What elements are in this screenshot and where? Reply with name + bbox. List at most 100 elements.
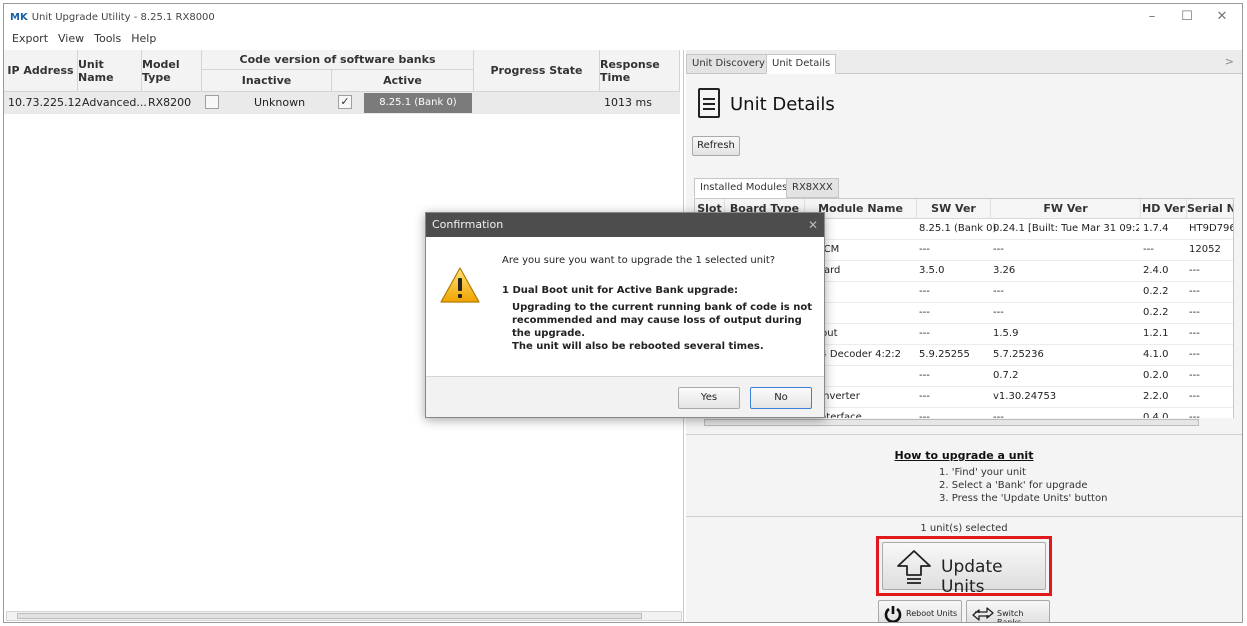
- cell-ip: 10.73.225.12: [8, 96, 82, 109]
- col-hd-ver[interactable]: HD Ver: [1141, 199, 1187, 219]
- app-logo: MK: [10, 11, 28, 23]
- cell-hd-ver: 2.4.0: [1143, 265, 1169, 276]
- tab-unit-details[interactable]: Unit Details: [766, 54, 837, 74]
- dialog-message-reboot: The unit will also be rebooted several t…: [512, 341, 764, 352]
- dialog-heading: 1 Dual Boot unit for Active Bank upgrade…: [502, 285, 739, 296]
- cell-serial: 12052: [1189, 244, 1221, 255]
- switch-arrows-icon: [972, 607, 994, 621]
- cell-fw-ver: v1.30.24753: [993, 391, 1057, 402]
- reboot-units-button[interactable]: Reboot Units: [878, 600, 962, 622]
- col-model-type[interactable]: Model Type: [142, 50, 202, 92]
- maximize-icon[interactable]: ☐: [1172, 7, 1202, 27]
- instruction-step: 3. Press the 'Update Units' button: [939, 493, 1108, 504]
- dialog-question: Are you sure you want to upgrade the 1 s…: [502, 255, 776, 266]
- module-tab-bar: Installed Modules RX8XXX: [694, 176, 1234, 198]
- cell-hd-ver: 0.2.0: [1143, 370, 1169, 381]
- cell-module-name: /4 Decoder 4:2:2: [817, 349, 901, 360]
- grid-horizontal-scrollbar[interactable]: [6, 611, 682, 621]
- dialog-title-bar: Confirmation ✕: [426, 213, 824, 237]
- cell-model-type: RX8200: [148, 96, 192, 109]
- switch-banks-button[interactable]: Switch Banks: [966, 600, 1050, 623]
- no-button[interactable]: No: [750, 387, 812, 409]
- cell-hd-ver: ---: [1143, 244, 1154, 255]
- cell-sw-ver: 5.9.25255: [919, 349, 970, 360]
- tab-scroll-right-icon[interactable]: >: [1225, 55, 1234, 68]
- cell-sw-ver: 3.5.0: [919, 265, 945, 276]
- col-sw-ver[interactable]: SW Ver: [917, 199, 991, 219]
- tab-unit-discovery[interactable]: Unit Discovery: [686, 54, 771, 74]
- menu-view[interactable]: View: [58, 32, 84, 45]
- col-active[interactable]: Active: [332, 70, 474, 92]
- menu-bar: Export View Tools Help: [4, 28, 156, 48]
- cell-sw-ver: ---: [919, 391, 930, 402]
- cell-sw-ver: ---: [919, 328, 930, 339]
- title-bar: MK Unit Upgrade Utility - 8.25.1 RX8000: [4, 4, 1242, 30]
- menu-export[interactable]: Export: [12, 32, 48, 45]
- cell-fw-ver: 1.5.9: [993, 328, 1019, 339]
- scroll-thumb[interactable]: [17, 613, 642, 619]
- cell-serial: ---: [1189, 307, 1200, 318]
- col-serial-num[interactable]: Serial Num: [1187, 199, 1233, 219]
- dialog-message: Upgrading to the current running bank of…: [512, 301, 812, 353]
- cell-sw-ver: ---: [919, 370, 930, 381]
- update-units-button[interactable]: Update Units: [882, 542, 1046, 597]
- cell-active-version: 8.25.1 (Bank 0): [364, 93, 472, 113]
- instruction-step: 2. Select a 'Bank' for upgrade: [939, 480, 1088, 491]
- inactive-bank-checkbox[interactable]: [205, 95, 219, 109]
- cell-serial: ---: [1189, 286, 1200, 297]
- dialog-body: Are you sure you want to upgrade the 1 s…: [426, 237, 824, 377]
- cell-serial: ---: [1189, 265, 1200, 276]
- cell-fw-ver: 3.26: [993, 265, 1016, 276]
- window-title: Unit Upgrade Utility - 8.25.1 RX8000: [31, 11, 215, 23]
- col-ip-address[interactable]: IP Address: [4, 50, 78, 92]
- cell-hd-ver: 4.1.0: [1143, 349, 1169, 360]
- menu-tools[interactable]: Tools: [94, 32, 121, 45]
- cell-fw-ver: ---: [993, 244, 1004, 255]
- upload-arrow-icon: [897, 550, 931, 584]
- cell-serial: HT9D796G: [1189, 223, 1233, 234]
- switch-banks-label: Switch Banks: [997, 609, 1024, 623]
- col-progress-state[interactable]: Progress State: [474, 50, 600, 92]
- cell-serial: ---: [1189, 370, 1200, 381]
- cell-hd-ver: 0.2.2: [1143, 307, 1169, 318]
- cell-sw-ver: ---: [919, 307, 930, 318]
- power-icon: [884, 606, 902, 622]
- cell-serial: ---: [1189, 391, 1200, 402]
- col-fw-ver[interactable]: FW Ver: [991, 199, 1141, 219]
- active-bank-checkbox[interactable]: ✓: [338, 95, 352, 109]
- warning-icon: [440, 267, 480, 303]
- col-inactive[interactable]: Inactive: [202, 70, 332, 92]
- dialog-message-warning: Upgrading to the current running bank of…: [512, 302, 813, 339]
- col-response-time[interactable]: Response Time: [600, 50, 680, 92]
- col-group-code-version: Code version of software banks: [202, 50, 474, 70]
- selected-count: 1 unit(s) selected: [686, 516, 1242, 534]
- reboot-units-label: Reboot Units: [906, 609, 958, 618]
- cell-inactive-version: Unknown: [254, 96, 306, 109]
- page-title: Unit Details: [730, 94, 835, 115]
- col-unit-name[interactable]: Unit Name: [78, 50, 142, 92]
- cell-fw-ver: 0.24.1 [Built: Tue Mar 31 09:23: [993, 223, 1139, 234]
- cell-fw-ver: 5.7.25236: [993, 349, 1044, 360]
- dialog-close-icon[interactable]: ✕: [808, 213, 818, 237]
- tab-rx8xxx[interactable]: RX8XXX: [786, 178, 839, 198]
- instruction-step: 1. 'Find' your unit: [939, 467, 1026, 478]
- cell-hd-ver: 0.2.2: [1143, 286, 1169, 297]
- cell-hd-ver: 2.2.0: [1143, 391, 1169, 402]
- close-icon[interactable]: ✕: [1207, 7, 1237, 27]
- tab-installed-modules[interactable]: Installed Modules: [694, 178, 794, 198]
- document-icon: [698, 88, 720, 118]
- dialog-footer: Yes No: [426, 377, 824, 417]
- cell-sw-ver: ---: [919, 286, 930, 297]
- cell-response-time: 1013 ms: [604, 96, 652, 109]
- table-row[interactable]: 10.73.225.12 Advanced... RX8200 Unknown …: [4, 92, 680, 114]
- cell-hd-ver: 1.2.1: [1143, 328, 1169, 339]
- refresh-button[interactable]: Refresh: [692, 136, 740, 156]
- yes-button[interactable]: Yes: [678, 387, 740, 409]
- update-units-label: Update Units: [941, 557, 1003, 597]
- dialog-title: Confirmation: [432, 218, 504, 231]
- menu-help[interactable]: Help: [131, 32, 156, 45]
- minimize-icon[interactable]: –: [1137, 7, 1167, 27]
- modules-horizontal-scrollbar[interactable]: [694, 418, 1234, 428]
- instructions-title: How to upgrade a unit: [894, 449, 1034, 462]
- scroll-thumb[interactable]: [704, 419, 1199, 426]
